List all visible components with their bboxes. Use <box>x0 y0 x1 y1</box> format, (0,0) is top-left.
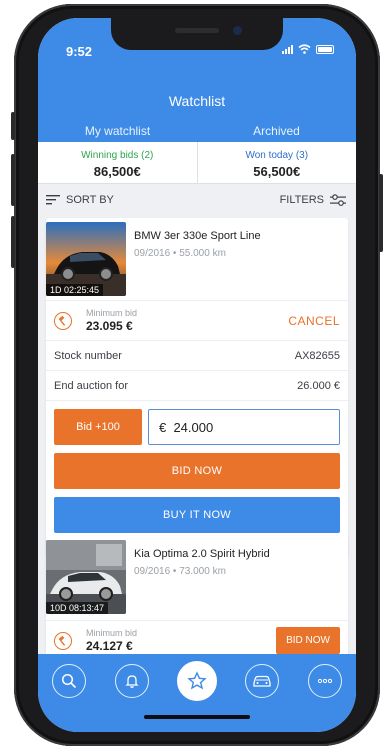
sort-filter-bar: SORT BY FILTERS <box>38 188 356 212</box>
car-photo[interactable]: 10D 08:13:47 <box>46 540 126 614</box>
filter-sliders-icon <box>330 194 346 206</box>
nav-cars-button[interactable] <box>245 664 280 698</box>
nav-watchlist-button[interactable] <box>176 661 217 701</box>
cancel-bid-button[interactable]: CANCEL <box>288 314 340 328</box>
front-camera <box>233 26 242 35</box>
bell-icon <box>125 675 139 688</box>
minimum-bid-label: Minimum bid <box>86 628 138 638</box>
car-meta: 09/2016 • 73.000 km <box>134 566 226 577</box>
won-today-label: Won today (3) <box>245 150 309 161</box>
nav-more-button[interactable] <box>307 664 342 698</box>
nav-notifications-button[interactable] <box>114 664 149 698</box>
bid-now-button[interactable]: BID NOW <box>276 627 340 654</box>
minimum-bid-block: Minimum bid 24.127 € <box>86 628 137 653</box>
gavel-icon <box>54 631 72 650</box>
bid-line: Bid +100 <box>54 409 340 445</box>
car-info: Kia Optima 2.0 Spirit Hybrid 09/2016 • 7… <box>126 540 270 614</box>
tab-bar: My watchlist Archived <box>38 122 356 147</box>
bid-controls: Bid +100 BID NOW BUY IT NOW <box>46 400 348 533</box>
filters-button[interactable]: FILTERS <box>280 194 346 206</box>
car-name[interactable]: Kia Optima 2.0 Spirit Hybrid <box>134 548 270 560</box>
tab-archived[interactable]: Archived <box>197 122 356 142</box>
search-icon <box>62 673 77 689</box>
tab-my-watchlist[interactable]: My watchlist <box>38 122 197 147</box>
more-icon <box>317 678 332 684</box>
stock-number-row: Stock number AX82655 <box>46 340 348 370</box>
bid-now-button[interactable]: BID NOW <box>54 453 340 489</box>
minimum-bid-block: Minimum bid 23.095 € <box>86 308 137 333</box>
status-icons <box>282 44 334 54</box>
car-info: BMW 3er 330e Sport Line 09/2016 • 55.000… <box>126 222 261 296</box>
listing-header[interactable]: 10D 08:13:47 Kia Optima 2.0 Spirit Hybri… <box>46 536 348 614</box>
gavel-icon <box>54 311 72 330</box>
power-button <box>379 174 383 252</box>
sort-icon <box>46 195 60 205</box>
won-today-summary: Won today (3) 56,500€ <box>196 142 357 183</box>
minimum-bid-label: Minimum bid <box>86 308 138 318</box>
summary-panel: Winning bids (2) 86,500€ Won today (3) 5… <box>38 142 356 184</box>
volume-up-button <box>11 154 15 206</box>
won-today-value: 56,500€ <box>253 164 301 179</box>
battery-icon <box>316 44 334 54</box>
filters-label: FILTERS <box>279 194 324 206</box>
nav-search-button[interactable] <box>52 664 87 698</box>
volume-down-button <box>11 216 15 268</box>
car-photo[interactable]: 1D 02:25:45 <box>46 222 126 296</box>
speaker-grille <box>175 28 219 33</box>
car-meta: 09/2016 • 55.000 km <box>134 248 226 259</box>
status-time: 9:52 <box>66 44 93 59</box>
car-name[interactable]: BMW 3er 330e Sport Line <box>134 230 261 242</box>
minimum-bid-value: 23.095 € <box>86 319 133 333</box>
winning-bids-label: Winning bids (2) <box>81 150 154 161</box>
winning-bids-value: 86,500€ <box>93 164 141 179</box>
listing-card[interactable]: 10D 08:13:47 Kia Optima 2.0 Spirit Hybri… <box>46 536 348 666</box>
notch <box>111 18 283 50</box>
bid-amount-input[interactable] <box>148 409 340 445</box>
app-screen: 9:52 Watchlist My watchlist Archived Win… <box>38 18 356 732</box>
car-icon <box>253 675 272 687</box>
buy-it-now-button[interactable]: BUY IT NOW <box>54 497 340 533</box>
end-auction-value: 26.000 € <box>297 379 340 392</box>
bid-plus-100-button[interactable]: Bid +100 <box>54 409 142 445</box>
page-title: Watchlist <box>168 93 226 109</box>
star-icon <box>187 671 207 690</box>
end-auction-row: End auction for 26.000 € <box>46 370 348 400</box>
auction-timer: 1D 02:25:45 <box>46 284 104 296</box>
listing-header[interactable]: 1D 02:25:45 BMW 3er 330e Sport Line 09/2… <box>46 218 348 296</box>
signal-icon <box>282 44 293 54</box>
winning-bids-summary: Winning bids (2) 86,500€ <box>38 142 197 183</box>
minimum-bid-row: Minimum bid 23.095 € CANCEL <box>46 300 348 340</box>
home-indicator[interactable] <box>144 715 250 719</box>
minimum-bid-value: 24.127 € <box>86 639 133 653</box>
listing-card[interactable]: 1D 02:25:45 BMW 3er 330e Sport Line 09/2… <box>46 218 348 556</box>
end-auction-label: End auction for <box>54 379 128 392</box>
auction-timer: 10D 08:13:47 <box>46 602 109 614</box>
sort-label: SORT BY <box>66 194 114 206</box>
sort-button[interactable]: SORT BY <box>46 194 114 206</box>
stage: 9:52 Watchlist My watchlist Archived Win… <box>0 0 390 752</box>
mute-switch <box>11 112 15 140</box>
bottom-nav <box>38 654 356 732</box>
wifi-icon <box>298 44 311 54</box>
stock-number-label: Stock number <box>54 349 122 362</box>
stock-number-value: AX82655 <box>294 349 340 362</box>
